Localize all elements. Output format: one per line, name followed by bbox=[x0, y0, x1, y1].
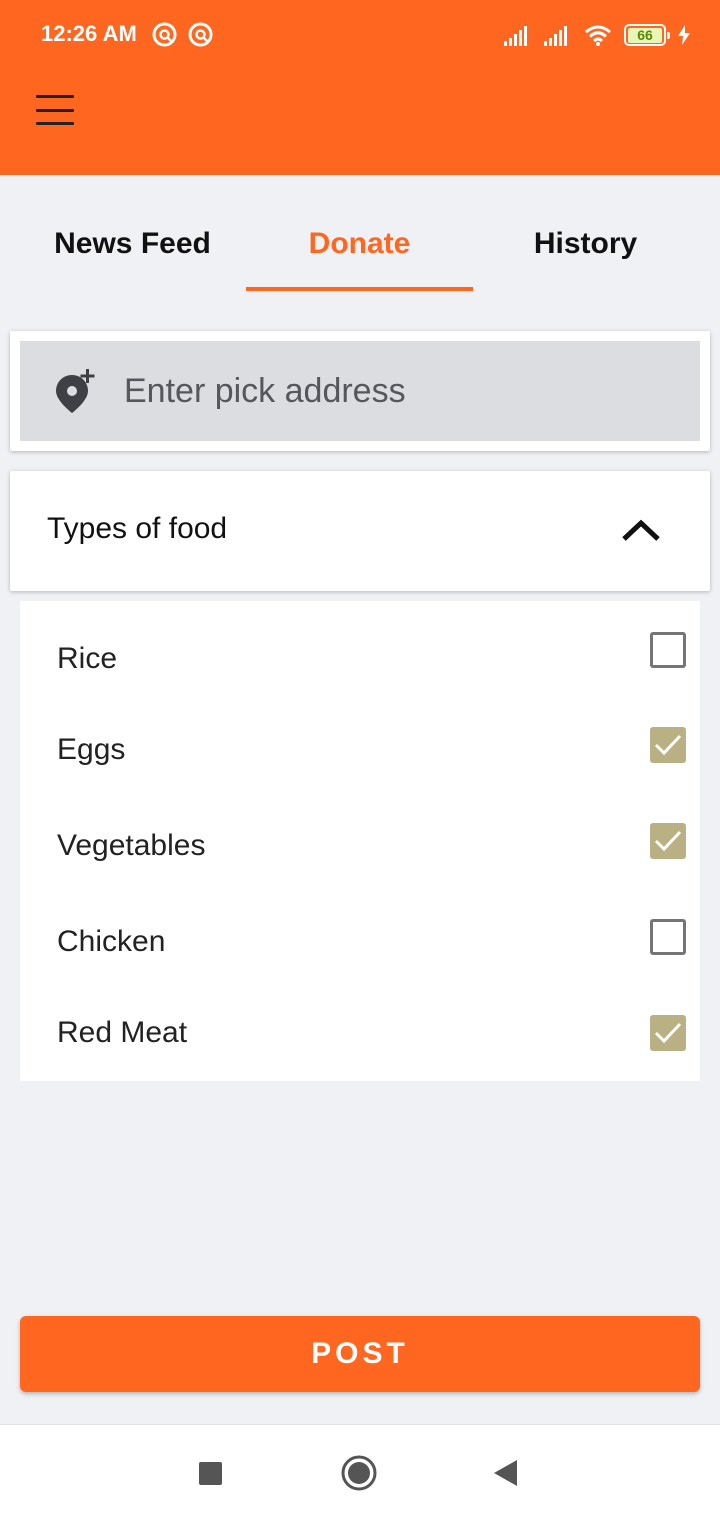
hamburger-menu-icon[interactable] bbox=[36, 95, 76, 125]
wifi-icon bbox=[585, 25, 611, 46]
pick-address-input[interactable]: Enter pick address bbox=[20, 341, 700, 441]
active-tab-indicator bbox=[246, 287, 473, 291]
add-location-icon bbox=[56, 369, 95, 413]
status-time: 12:26 AM bbox=[41, 21, 137, 46]
checkmark-icon bbox=[654, 1022, 682, 1044]
address-card: Enter pick address bbox=[10, 331, 710, 451]
eggs-checkbox[interactable] bbox=[650, 727, 686, 763]
food-item-label: Vegetables bbox=[57, 829, 206, 862]
chevron-up-icon bbox=[622, 519, 660, 541]
battery-icon: 66 bbox=[624, 24, 670, 46]
app-bar: 12:26 AM 66 bbox=[0, 0, 720, 175]
checkmark-icon bbox=[654, 830, 682, 852]
rice-checkbox[interactable] bbox=[650, 632, 686, 668]
recents-icon[interactable] bbox=[199, 1462, 222, 1485]
tab-news-feed[interactable]: News Feed bbox=[19, 227, 246, 261]
food-types-dropdown[interactable]: Types of food bbox=[10, 471, 710, 591]
signal-icon bbox=[544, 26, 567, 46]
food-item-vegetables[interactable]: Vegetables bbox=[20, 811, 700, 881]
food-item-red-meat[interactable]: Red Meat bbox=[20, 998, 700, 1068]
chicken-checkbox[interactable] bbox=[650, 919, 686, 955]
food-item-label: Eggs bbox=[57, 733, 126, 766]
vegetables-checkbox[interactable] bbox=[650, 823, 686, 859]
battery-level: 66 bbox=[628, 27, 662, 43]
notification-app-icon bbox=[188, 22, 213, 47]
back-icon[interactable] bbox=[494, 1460, 518, 1486]
red-meat-checkbox[interactable] bbox=[650, 1015, 686, 1051]
food-item-label: Red Meat bbox=[57, 1016, 188, 1049]
address-placeholder: Enter pick address bbox=[124, 371, 406, 410]
tab-history[interactable]: History bbox=[472, 227, 699, 261]
home-icon[interactable] bbox=[341, 1455, 377, 1491]
food-item-eggs[interactable]: Eggs bbox=[20, 715, 700, 785]
food-types-title: Types of food bbox=[47, 512, 228, 545]
charging-icon bbox=[678, 25, 690, 45]
food-type-list: Rice Eggs Vegetables Chicken Red Meat bbox=[20, 601, 700, 1081]
food-item-label: Chicken bbox=[57, 925, 166, 958]
post-button[interactable]: POST bbox=[20, 1316, 700, 1392]
status-icons: 66 bbox=[504, 22, 690, 48]
checkmark-icon bbox=[654, 734, 682, 756]
food-item-label: Rice bbox=[57, 642, 118, 675]
food-item-chicken[interactable]: Chicken bbox=[20, 907, 700, 977]
tab-donate[interactable]: Donate bbox=[246, 227, 473, 261]
notification-app-icon bbox=[152, 22, 177, 47]
food-item-rice[interactable]: Rice bbox=[20, 624, 700, 694]
tab-bar: News Feed Donate History bbox=[0, 175, 720, 295]
signal-icon bbox=[504, 26, 527, 46]
system-nav-bar bbox=[0, 1424, 720, 1520]
